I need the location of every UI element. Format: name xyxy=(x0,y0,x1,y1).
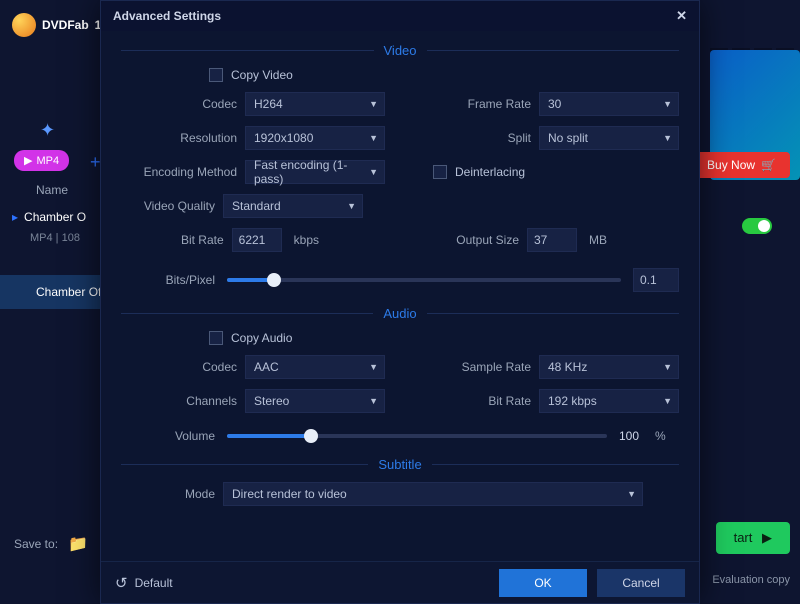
outputsize-input[interactable] xyxy=(527,228,577,252)
copy-video-checkbox[interactable]: Copy Video xyxy=(209,68,293,82)
checkbox-icon xyxy=(209,331,223,345)
chevron-down-icon: ▼ xyxy=(663,362,672,372)
save-to-row: Save to: 📁 xyxy=(14,534,88,554)
bitrate-input[interactable] xyxy=(232,228,282,252)
reset-icon: ↺ xyxy=(115,574,128,592)
resolution-dropdown[interactable]: 1920x1080▼ xyxy=(245,126,385,150)
encoding-label: Encoding Method xyxy=(144,165,237,179)
audio-codec-label: Codec xyxy=(202,360,237,374)
framerate-dropdown[interactable]: 30▼ xyxy=(539,92,679,116)
sparkle-icon: ✦ xyxy=(40,120,60,140)
file-item[interactable]: ▸ Chamber O xyxy=(12,210,86,224)
chevron-down-icon: ▼ xyxy=(369,167,378,177)
save-to-label: Save to: xyxy=(14,537,58,551)
bitrate-label: Bit Rate xyxy=(181,233,224,247)
split-label: Split xyxy=(508,131,531,145)
outputsize-unit: MB xyxy=(589,233,613,247)
volume-value: 100 xyxy=(619,429,639,443)
deinterlacing-label: Deinterlacing xyxy=(455,165,525,179)
resolution-label: Resolution xyxy=(180,131,237,145)
chevron-down-icon: ▼ xyxy=(369,362,378,372)
audio-bitrate-dropdown[interactable]: 192 kbps▼ xyxy=(539,389,679,413)
chevron-down-icon: ▼ xyxy=(627,489,636,499)
format-badge-text: MP4 xyxy=(36,155,59,167)
volume-unit: % xyxy=(655,429,679,443)
volume-label: Volume xyxy=(151,429,215,443)
outputsize-label: Output Size xyxy=(456,233,519,247)
enable-toggle[interactable] xyxy=(742,218,772,234)
close-icon[interactable]: ✕ xyxy=(676,8,687,24)
audio-section: Audio Copy Audio Codec AAC▼ Sample Rate … xyxy=(121,306,679,443)
dialog-title: Advanced Settings xyxy=(113,9,221,23)
quality-label: Video Quality xyxy=(121,199,215,213)
copy-audio-label: Copy Audio xyxy=(231,331,292,345)
copy-audio-checkbox[interactable]: Copy Audio xyxy=(209,331,292,345)
bitrate-unit: kbps xyxy=(294,233,319,247)
video-codec-dropdown[interactable]: H264▼ xyxy=(245,92,385,116)
checkbox-icon xyxy=(209,68,223,82)
dvdfab-logo-icon xyxy=(12,13,36,37)
file-title: Chamber O xyxy=(24,210,86,224)
subtitle-header: Subtitle xyxy=(378,457,421,472)
bitspixel-slider[interactable] xyxy=(227,278,621,282)
brand-text: DVDFab xyxy=(42,18,89,32)
encoding-dropdown[interactable]: Fast encoding (1-pass)▼ xyxy=(245,160,385,184)
subtitle-mode-label: Mode xyxy=(181,487,215,501)
add-icon[interactable]: + xyxy=(90,152,101,173)
video-section: Video Copy Video Codec H264▼ Frame Rate … xyxy=(121,43,679,292)
buy-now-button[interactable]: Buy Now 🛒 xyxy=(693,152,790,178)
cancel-button[interactable]: Cancel xyxy=(597,569,685,597)
chevron-down-icon: ▼ xyxy=(663,396,672,406)
deinterlacing-checkbox[interactable]: Deinterlacing xyxy=(433,165,525,179)
bitspixel-input[interactable] xyxy=(633,268,679,292)
chevron-down-icon: ▼ xyxy=(663,133,672,143)
chevron-down-icon: ▼ xyxy=(369,396,378,406)
subtitle-mode-dropdown[interactable]: Direct render to video▼ xyxy=(223,482,643,506)
audio-codec-dropdown[interactable]: AAC▼ xyxy=(245,355,385,379)
slider-thumb-icon[interactable] xyxy=(267,273,281,287)
start-label: tart xyxy=(734,530,753,545)
split-dropdown[interactable]: No split▼ xyxy=(539,126,679,150)
audio-header: Audio xyxy=(383,306,416,321)
video-header: Video xyxy=(384,43,417,58)
buy-now-label: Buy Now xyxy=(707,158,755,172)
audio-bitrate-label: Bit Rate xyxy=(488,394,531,408)
advanced-settings-dialog: Advanced Settings ✕ Video Copy Video Cod… xyxy=(100,0,700,604)
slider-thumb-icon[interactable] xyxy=(304,429,318,443)
codec-label: Codec xyxy=(202,97,237,111)
column-name: Name xyxy=(36,183,68,197)
cart-icon: 🛒 xyxy=(761,158,776,172)
quality-dropdown[interactable]: Standard▼ xyxy=(223,194,363,218)
chevron-down-icon: ▼ xyxy=(369,99,378,109)
samplerate-label: Sample Rate xyxy=(462,360,531,374)
file-format: MP4 | 108 xyxy=(30,232,80,244)
play-icon: ▶ xyxy=(762,530,772,545)
checkbox-icon xyxy=(433,165,447,179)
video-icon: ▸ xyxy=(12,210,18,224)
start-button[interactable]: tart ▶ xyxy=(716,522,790,554)
bitspixel-label: Bits/Pixel xyxy=(151,273,215,287)
format-badge[interactable]: ▶ MP4 xyxy=(14,150,69,171)
chevron-down-icon: ▼ xyxy=(347,201,356,211)
samplerate-dropdown[interactable]: 48 KHz▼ xyxy=(539,355,679,379)
play-icon: ▶ xyxy=(24,154,32,167)
chevron-down-icon: ▼ xyxy=(663,99,672,109)
framerate-label: Frame Rate xyxy=(468,97,531,111)
subtitle-section: Subtitle Mode Direct render to video▼ xyxy=(121,457,679,506)
copy-video-label: Copy Video xyxy=(231,68,293,82)
evaluation-text: Evaluation copy xyxy=(712,574,790,586)
dialog-header: Advanced Settings ✕ xyxy=(101,1,699,31)
channels-dropdown[interactable]: Stereo▼ xyxy=(245,389,385,413)
folder-icon[interactable]: 📁 xyxy=(68,534,88,554)
channels-label: Channels xyxy=(186,394,237,408)
ok-button[interactable]: OK xyxy=(499,569,587,597)
volume-slider[interactable] xyxy=(227,434,607,438)
dialog-footer: ↺ Default OK Cancel xyxy=(101,561,699,603)
default-button[interactable]: ↺ Default xyxy=(115,574,173,592)
dialog-body: Video Copy Video Codec H264▼ Frame Rate … xyxy=(101,31,699,575)
default-label: Default xyxy=(135,576,173,590)
chevron-down-icon: ▼ xyxy=(369,133,378,143)
